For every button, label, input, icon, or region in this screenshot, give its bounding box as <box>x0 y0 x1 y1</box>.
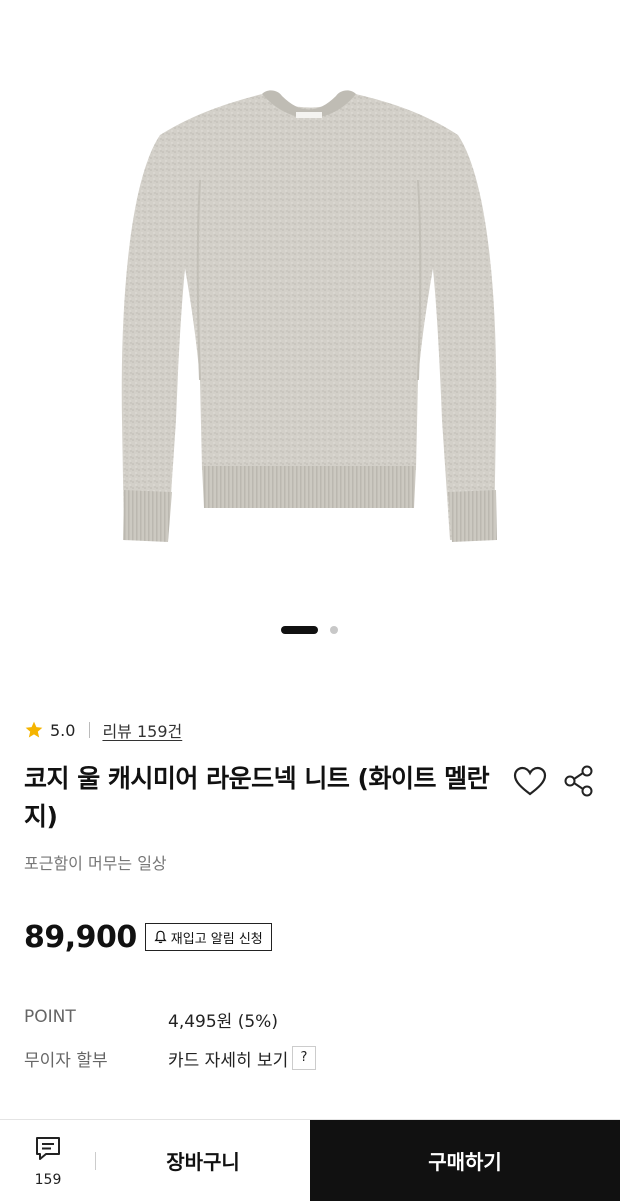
restock-alert-label: 재입고 알림 신청 <box>170 931 263 947</box>
price-row: 89,900 재입고 알림 신청 <box>24 916 272 958</box>
rating-row: 5.0 리뷰 159건 <box>24 718 182 742</box>
bell-icon <box>154 930 167 944</box>
product-image-carousel[interactable] <box>0 0 620 660</box>
restock-alert-button[interactable]: 재입고 알림 신청 <box>144 923 272 951</box>
share-icon[interactable] <box>562 764 596 798</box>
installment-label: 무이자 할부 <box>24 1051 108 1071</box>
product-image <box>121 90 497 542</box>
heart-icon[interactable] <box>512 764 548 800</box>
product-subtitle: 포근함이 머무는 일상 <box>24 854 167 873</box>
price: 89,900 <box>24 919 137 955</box>
star-icon <box>25 721 43 738</box>
chat-icon <box>36 1137 60 1160</box>
pagination-dot[interactable] <box>330 626 338 634</box>
divider <box>89 722 91 738</box>
installment-help-button[interactable]: ? <box>292 1046 316 1070</box>
add-to-cart-button[interactable]: 장바구니 <box>96 1120 310 1201</box>
review-chat-button[interactable]: 159 <box>20 1130 76 1192</box>
bottom-action-bar: 159 장바구니 구매하기 <box>0 1119 620 1201</box>
chat-count: 159 <box>34 1172 62 1188</box>
product-title: 코지 울 캐시미어 라운드넥 니트 (화이트 멜란지) <box>24 764 490 831</box>
rating-value: 5.0 <box>50 720 76 740</box>
point-value: 4,495원 (5%) <box>168 1012 278 1032</box>
point-label: POINT <box>24 1007 76 1027</box>
card-details-link[interactable]: 카드 자세히 보기 <box>168 1046 288 1071</box>
carousel-pagination <box>0 626 620 636</box>
review-link[interactable]: 리뷰 159건 <box>102 718 182 742</box>
pagination-dot-active[interactable] <box>281 626 318 634</box>
buy-now-button[interactable]: 구매하기 <box>310 1120 620 1201</box>
